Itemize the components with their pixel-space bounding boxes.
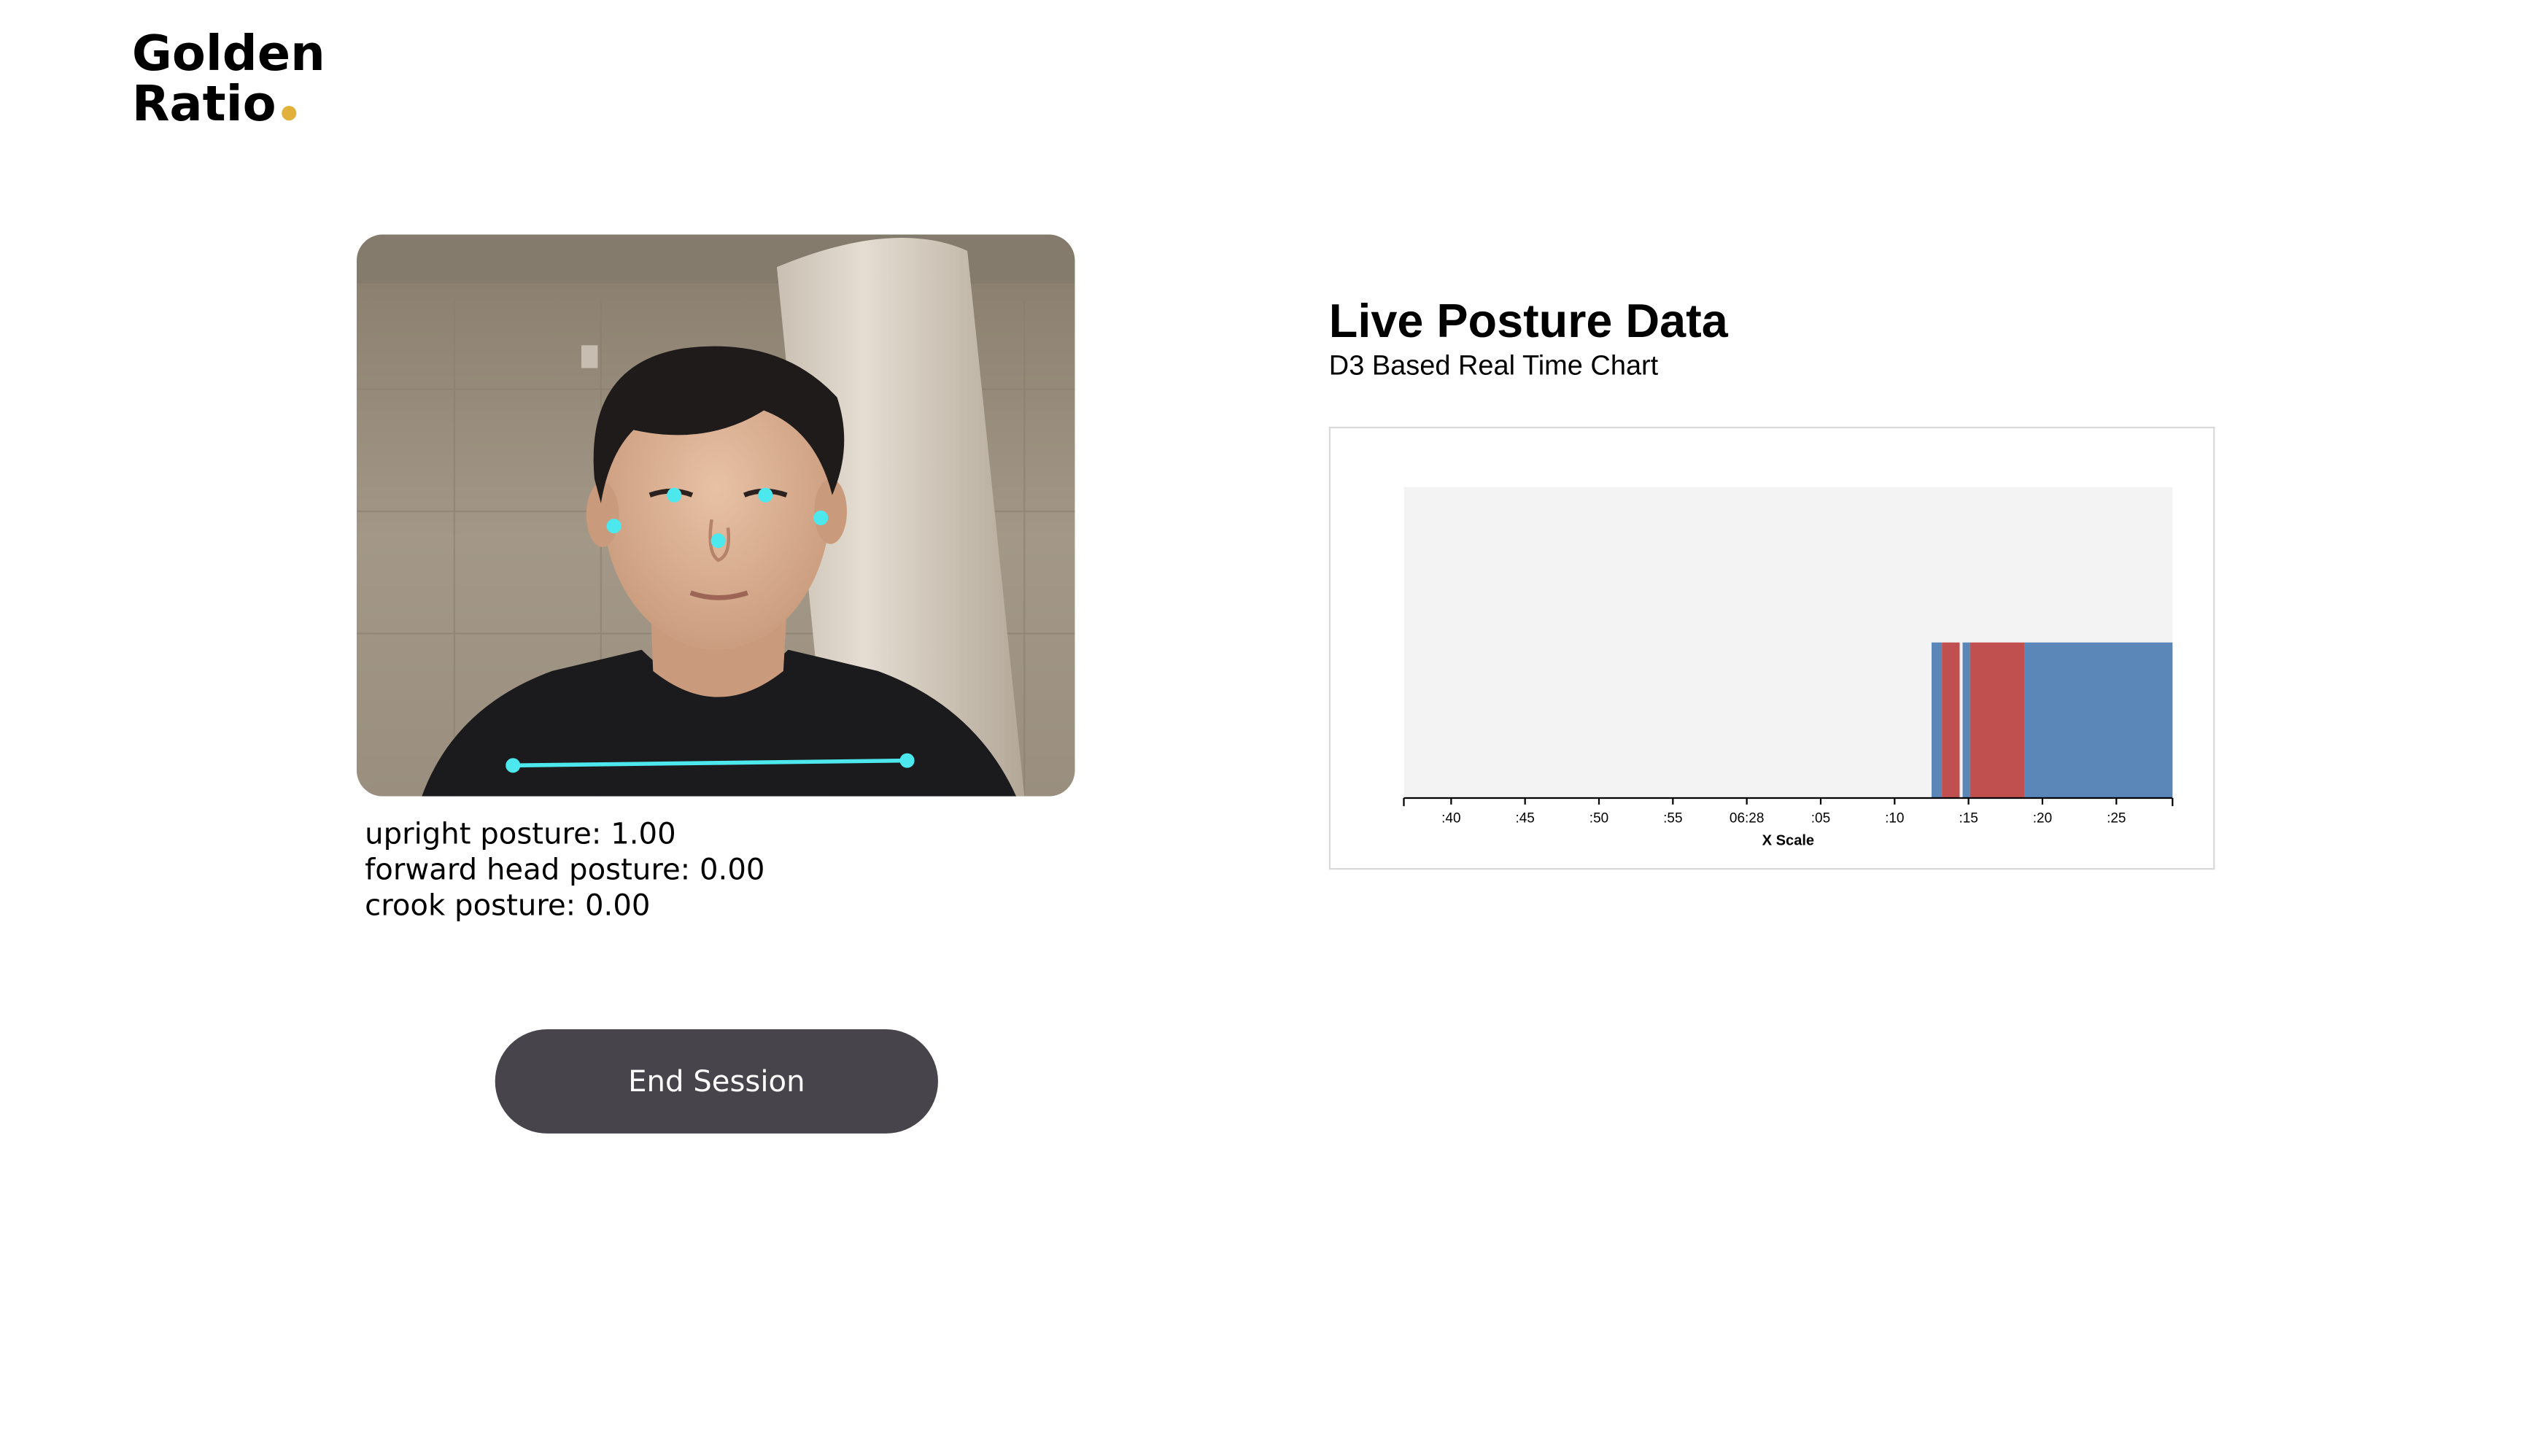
posture-chart-svg: :40 :45 :50 :55 06:28 :05 :10 :15 :20 :25 X Scale [1403, 487, 2174, 849]
logo-line-1: Golden [131, 26, 325, 83]
camera-feed [356, 234, 1075, 797]
chart-subtitle: D3 Based Real Time Chart [1328, 350, 1659, 382]
x-axis-tick-label: :25 [2107, 810, 2126, 826]
posture-bar-segment [1931, 642, 1943, 798]
posture-chart: :40 :45 :50 :55 06:28 :05 :10 :15 :20 :25 X Scale [1328, 426, 2215, 870]
x-axis-tick-label: :15 [1959, 810, 1978, 826]
landmark-left-eye [667, 487, 682, 503]
x-axis-tick-label: :20 [2033, 810, 2052, 826]
x-axis-label: X Scale [1762, 833, 1814, 849]
landmark-right-shoulder [899, 753, 915, 768]
crook-posture-readout: crook posture: 0.00 [365, 888, 651, 923]
camera-feed-image [356, 234, 1075, 797]
landmark-right-eye [758, 487, 773, 503]
logo: Golden Ratio [132, 29, 325, 130]
landmark-nose [710, 533, 726, 549]
posture-bar-segment [2024, 642, 2173, 798]
x-axis-tick-label: :55 [1663, 810, 1682, 826]
x-axis-tick-label: :10 [1885, 810, 1904, 826]
posture-bar-segment [1962, 642, 1970, 798]
landmark-left-shoulder [506, 758, 521, 773]
posture-bar-segment [1942, 642, 1960, 798]
landmark-left-ear [606, 519, 621, 534]
page: Golden Ratio upright posture: 1.00 forwa… [0, 0, 2521, 1456]
x-axis-tick-label: :40 [1441, 810, 1460, 826]
x-axis-tick-label: :05 [1811, 810, 1830, 826]
end-session-button[interactable]: End Session [495, 1029, 938, 1134]
x-axis-tick-label: :50 [1589, 810, 1608, 826]
posture-bar-segment [1970, 642, 2025, 798]
landmark-right-ear [813, 510, 829, 526]
logo-dot [281, 106, 296, 121]
logo-line-2: Ratio [131, 76, 325, 134]
chart-title: Live Posture Data [1328, 296, 1728, 349]
x-axis-tick-label: :45 [1515, 810, 1534, 826]
posture-readouts: upright posture: 1.00 forward head postu… [365, 818, 764, 925]
logo-line-2-text: Ratio [131, 76, 276, 134]
upright-posture-readout: upright posture: 1.00 [365, 817, 676, 852]
forward-head-posture-readout: forward head posture: 0.00 [365, 853, 765, 888]
x-axis-tick-label: 06:28 [1730, 810, 1764, 826]
